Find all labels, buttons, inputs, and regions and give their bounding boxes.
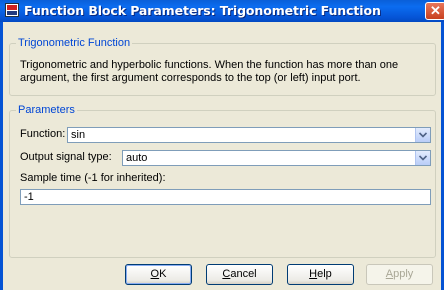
sample-time-value: -1 bbox=[24, 191, 34, 203]
sample-time-label: Sample time (-1 for inherited): bbox=[20, 172, 166, 184]
title-bar[interactable]: Function Block Parameters: Trigonometric… bbox=[0, 0, 444, 22]
output-signal-type-label: Output signal type: bbox=[20, 151, 112, 163]
help-label-rest: elp bbox=[317, 268, 332, 280]
close-button[interactable]: ✕ bbox=[425, 2, 444, 20]
block-description: Trigonometric and hyperbolic functions. … bbox=[20, 59, 399, 84]
cancel-button[interactable]: Cancel bbox=[206, 264, 273, 285]
description-group: Trigonometric Function Trigonometric and… bbox=[9, 37, 436, 96]
apply-label-rest: pply bbox=[393, 268, 414, 280]
apply-button[interactable]: Apply bbox=[366, 264, 433, 285]
output-signal-type-value: auto bbox=[126, 152, 148, 164]
parameters-group: Parameters Function: sin Output signal t… bbox=[9, 104, 436, 258]
simulink-block-icon bbox=[5, 3, 19, 17]
sample-time-input[interactable]: -1 bbox=[20, 189, 431, 205]
parameters-group-legend: Parameters bbox=[16, 104, 77, 116]
output-signal-type-dropdown[interactable]: auto bbox=[122, 150, 431, 166]
help-button[interactable]: Help bbox=[287, 264, 354, 285]
cancel-label-rest: ancel bbox=[230, 268, 257, 280]
function-dropdown[interactable]: sin bbox=[67, 127, 431, 143]
ok-button[interactable]: OK bbox=[125, 264, 192, 285]
ok-label-rest: K bbox=[159, 268, 167, 280]
function-value: sin bbox=[71, 129, 86, 141]
chevron-down-icon[interactable] bbox=[415, 151, 430, 165]
apply-mnemonic: A bbox=[385, 268, 394, 280]
function-label: Function: bbox=[20, 128, 66, 140]
close-icon: ✕ bbox=[430, 3, 441, 18]
description-group-legend: Trigonometric Function bbox=[16, 37, 133, 49]
window-frame-left bbox=[0, 22, 3, 290]
ok-mnemonic: O bbox=[150, 268, 160, 280]
window-title: Function Block Parameters: Trigonometric… bbox=[24, 3, 381, 18]
help-mnemonic: H bbox=[309, 268, 318, 280]
chevron-down-icon[interactable] bbox=[415, 128, 430, 142]
